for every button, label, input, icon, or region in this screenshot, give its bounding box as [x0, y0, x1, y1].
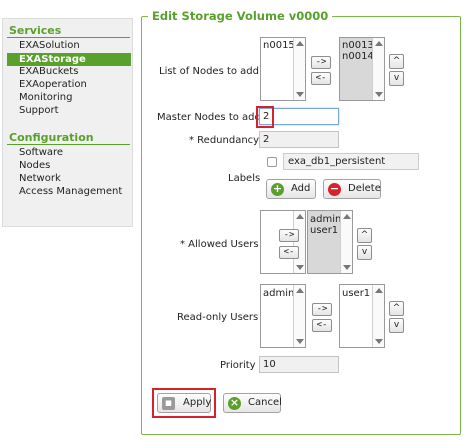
nodes-available-scrollbar[interactable]: [293, 38, 305, 100]
add-label-button[interactable]: + Add: [266, 179, 316, 199]
remove-node-button[interactable]: <-: [311, 72, 331, 85]
sidebar-item-network[interactable]: Network: [19, 173, 61, 184]
move-allowed-down-button[interactable]: v: [357, 245, 372, 260]
label-checkbox[interactable]: [267, 157, 277, 167]
services-divider: [7, 37, 130, 38]
scroll-up-icon[interactable]: [296, 288, 304, 293]
move-node-up-button[interactable]: ^: [389, 54, 404, 69]
services-heading: Services: [9, 24, 62, 37]
readonly-selected-list[interactable]: user1: [339, 284, 385, 348]
scroll-up-icon[interactable]: [375, 288, 383, 293]
form-legend: Edit Storage Volume v0000: [148, 9, 333, 23]
readonly-available-scrollbar[interactable]: [293, 285, 305, 347]
master-nodes-highlight: [256, 106, 274, 128]
sidebar-nav: Services EXASolution EXAStorage EXABucke…: [2, 18, 133, 227]
allowed-available-scrollbar[interactable]: [293, 211, 305, 273]
minus-icon: −: [328, 182, 341, 196]
label-value-field: exa_db1_persistent: [283, 153, 419, 170]
redundancy-field: 2: [259, 131, 339, 148]
plus-icon: +: [271, 182, 284, 196]
move-readonly-down-button[interactable]: v: [389, 318, 404, 333]
sidebar-item-exaoperation[interactable]: EXAoperation: [19, 79, 87, 90]
readonly-users-label: Read-only Users: [177, 312, 259, 323]
delete-label-button[interactable]: − Delete: [323, 179, 381, 199]
allowed-selected-scrollbar[interactable]: [340, 211, 352, 273]
list-item[interactable]: user1: [340, 288, 370, 299]
sidebar-item-access-management[interactable]: Access Management: [19, 186, 122, 197]
allowed-selected-list[interactable]: admin user1: [307, 210, 353, 274]
configuration-heading: Configuration: [9, 131, 94, 144]
nodes-label: List of Nodes to add: [159, 66, 260, 77]
add-label-text: Add: [291, 183, 311, 194]
list-item[interactable]: n0013: [340, 40, 374, 51]
nodes-available-list[interactable]: n0015: [260, 37, 306, 101]
scroll-down-icon[interactable]: [296, 339, 304, 344]
list-item[interactable]: user1: [308, 225, 338, 236]
scroll-up-icon[interactable]: [296, 214, 304, 219]
scroll-down-icon[interactable]: [343, 265, 351, 270]
list-item[interactable]: n0015: [261, 40, 295, 51]
add-readonly-user-button[interactable]: ->: [312, 303, 332, 316]
scroll-up-icon[interactable]: [343, 214, 351, 219]
nodes-selected-list[interactable]: n0013 n0014: [339, 37, 385, 101]
list-item[interactable]: admin: [261, 288, 294, 299]
cancel-text: Cancel: [248, 397, 282, 408]
sidebar-item-support[interactable]: Support: [19, 105, 59, 116]
allowed-users-label: * Allowed Users: [180, 239, 259, 250]
add-node-button[interactable]: ->: [311, 56, 331, 69]
allowed-available-list[interactable]: [260, 210, 306, 274]
scroll-down-icon[interactable]: [296, 92, 304, 97]
list-item[interactable]: admin: [308, 214, 341, 225]
add-allowed-user-button[interactable]: ->: [279, 229, 299, 242]
move-readonly-up-button[interactable]: ^: [389, 301, 404, 316]
remove-allowed-user-button[interactable]: <-: [279, 246, 299, 259]
scroll-down-icon[interactable]: [296, 265, 304, 270]
labels-label: Labels: [228, 173, 261, 184]
master-nodes-label: Master Nodes to add: [157, 112, 261, 123]
scroll-down-icon[interactable]: [375, 92, 383, 97]
priority-field[interactable]: 10: [259, 356, 339, 373]
list-item[interactable]: n0014: [340, 51, 374, 62]
nodes-selected-scrollbar[interactable]: [372, 38, 384, 100]
sidebar-item-software[interactable]: Software: [19, 147, 63, 158]
readonly-selected-scrollbar[interactable]: [372, 285, 384, 347]
sidebar-item-monitoring[interactable]: Monitoring: [19, 92, 72, 103]
readonly-available-list[interactable]: admin: [260, 284, 306, 348]
priority-label: Priority: [220, 360, 256, 371]
scroll-up-icon[interactable]: [375, 41, 383, 46]
move-allowed-up-button[interactable]: ^: [357, 228, 372, 243]
apply-highlight: [152, 388, 216, 418]
remove-readonly-user-button[interactable]: <-: [312, 319, 332, 332]
cancel-icon: ×: [228, 396, 241, 410]
configuration-divider: [7, 144, 130, 145]
sidebar-item-nodes[interactable]: Nodes: [19, 160, 50, 171]
scroll-up-icon[interactable]: [296, 41, 304, 46]
sidebar-item-exasolution[interactable]: EXASolution: [19, 40, 80, 51]
delete-label-text: Delete: [348, 183, 381, 194]
move-node-down-button[interactable]: v: [389, 71, 404, 86]
sidebar-item-exastorage[interactable]: EXAStorage: [7, 53, 131, 66]
sidebar-item-exabuckets[interactable]: EXABuckets: [19, 66, 78, 77]
cancel-button[interactable]: × Cancel: [223, 393, 282, 413]
redundancy-label: * Redundancy: [189, 135, 260, 146]
scroll-down-icon[interactable]: [375, 339, 383, 344]
